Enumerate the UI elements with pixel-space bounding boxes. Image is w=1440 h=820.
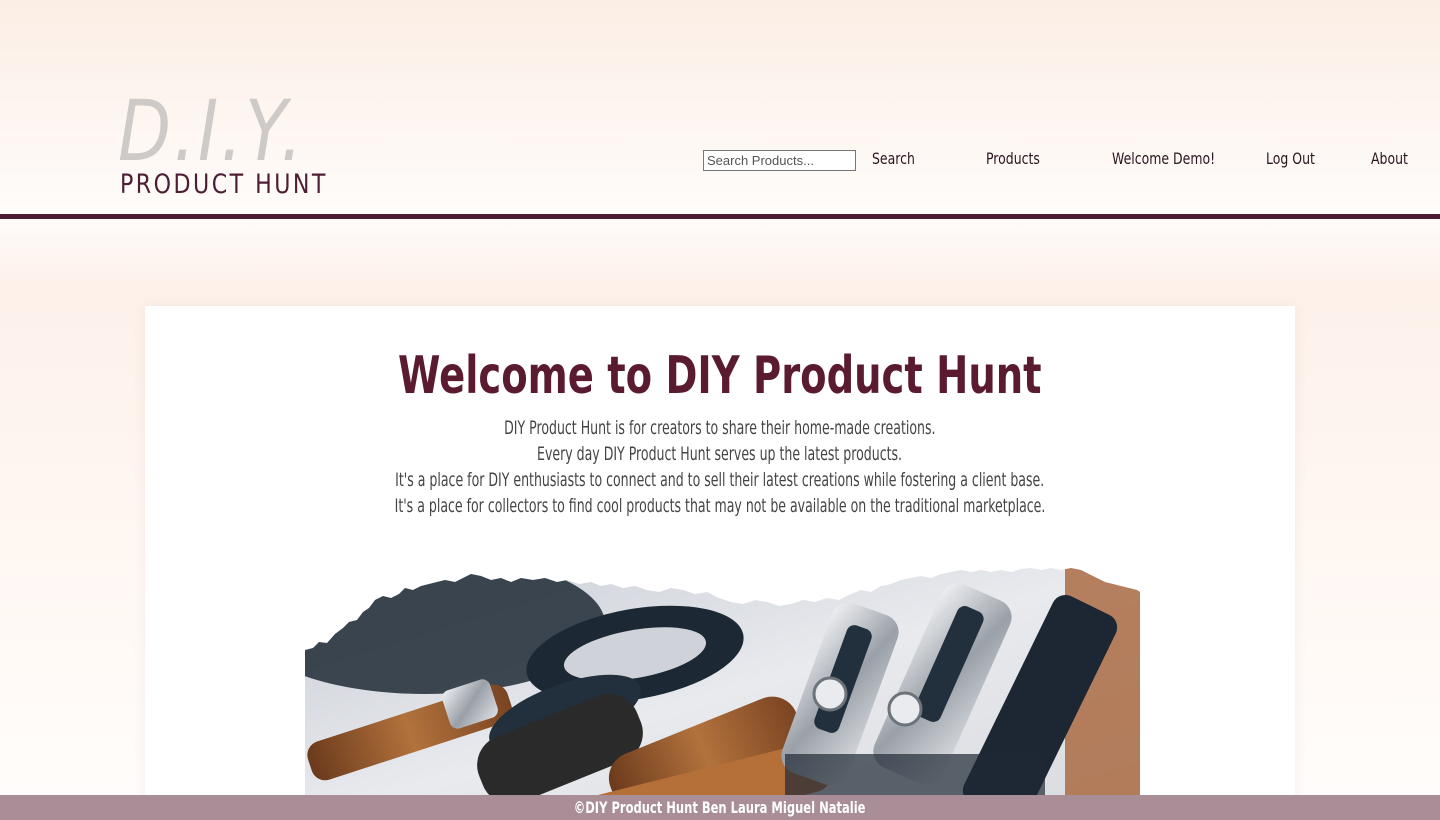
nav-link-log-out[interactable]: Log Out (1266, 148, 1315, 170)
welcome-card: Welcome to DIY Product Hunt DIY Product … (145, 306, 1295, 820)
intro-line-text: It's a place for DIY enthusiasts to conn… (395, 469, 1045, 491)
search-button[interactable]: Search (872, 148, 915, 170)
intro-text: DIY Product Hunt is for creators to shar… (145, 415, 1295, 519)
intro-line: DIY Product Hunt is for creators to shar… (145, 415, 1295, 441)
site-footer: ©DIY Product Hunt Ben Laura Miguel Natal… (0, 795, 1440, 820)
page-title-text: Welcome to DIY Product Hunt (398, 346, 1042, 406)
nav-link-products[interactable]: Products (986, 148, 1040, 170)
intro-line-text: It's a place for collectors to find cool… (394, 495, 1046, 517)
logo-product-hunt-text: PRODUCT HUNT (120, 169, 328, 200)
page-title: Welcome to DIY Product Hunt (145, 346, 1295, 406)
intro-line: It's a place for collectors to find cool… (145, 493, 1295, 519)
intro-line-text: Every day DIY Product Hunt serves up the… (537, 443, 903, 465)
footer-credits: ©DIY Product Hunt Ben Laura Miguel Natal… (574, 798, 866, 817)
intro-line: Every day DIY Product Hunt serves up the… (145, 441, 1295, 467)
hero-tools-image (305, 564, 1140, 820)
site-header: D.I.Y. PRODUCT HUNT Search Products Welc… (0, 0, 1440, 214)
header-divider (0, 214, 1440, 219)
nav-link-welcome-user[interactable]: Welcome Demo! (1112, 148, 1215, 170)
nav-link-about[interactable]: About (1371, 148, 1408, 170)
intro-line: It's a place for DIY enthusiasts to conn… (145, 467, 1295, 493)
search-input[interactable] (703, 150, 856, 171)
intro-line-text: DIY Product Hunt is for creators to shar… (504, 417, 936, 439)
logo-diy-text: D.I.Y. (118, 82, 305, 180)
site-logo[interactable]: D.I.Y. PRODUCT HUNT (118, 82, 325, 200)
tools-illustration (305, 568, 1140, 820)
